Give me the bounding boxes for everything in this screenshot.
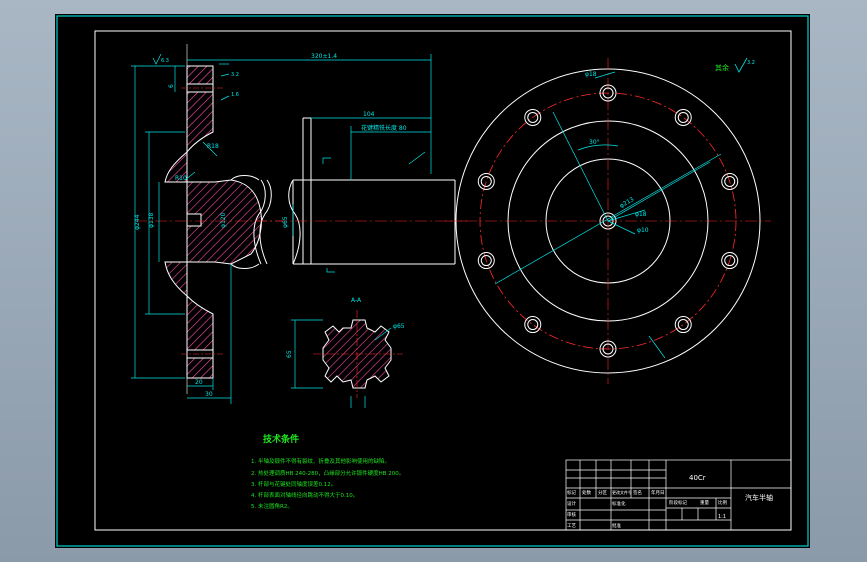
label-sign: 签名	[633, 489, 642, 496]
shaft-break-line-bottom	[230, 263, 260, 269]
roughness-symbol	[734, 57, 748, 73]
dim-spline-od: φ65	[393, 323, 405, 330]
bolt-hole	[677, 111, 689, 123]
dim-flange-dia: φ244	[134, 214, 141, 230]
note-item: 1. 半轴及锻件不得有裂纹、折叠及其他影响使用的缺陷。	[251, 457, 390, 465]
roughness-value: 3.2	[747, 60, 755, 66]
dim-shaft-dia: φ65	[282, 216, 289, 228]
roughness-top-label: 6.3	[161, 58, 169, 64]
material-code: 40Cr	[689, 474, 706, 482]
dim-spline-length: 花键精铣长度 80	[361, 124, 407, 132]
bolt-hole	[674, 108, 692, 126]
dim-flange-thk: 20	[195, 379, 203, 386]
dim-bolt-circle: φ213	[619, 196, 636, 210]
flange-section-hatch	[164, 65, 262, 379]
bolt-hole	[674, 316, 692, 334]
note-item: 5. 未注圆角R2。	[251, 502, 293, 510]
bolt-hole	[527, 319, 539, 331]
dim-bolt-hole-top: φ18	[585, 71, 597, 78]
drawing-canvas: φ244 φ138 φ120 6 20 30 R18 R10 6.3 3.2 1…	[56, 15, 809, 547]
bolt-hole	[677, 319, 689, 331]
dim-hole-6: 6	[168, 84, 175, 88]
shaft-break-line-top	[230, 175, 260, 181]
note-item: 2. 热处理调质HB 240-280，凸缘部分允许锻件硬度HB 200。	[251, 469, 404, 477]
label-process: 工艺	[567, 523, 576, 529]
dim-angle: 30°	[589, 139, 600, 146]
label-count: 处数	[582, 489, 591, 496]
label-stage: 阶段标记	[669, 499, 687, 506]
drawing-sheet: φ244 φ138 φ120 6 20 30 R18 R10 6.3 3.2 1…	[55, 14, 810, 548]
bolt-hole	[524, 316, 542, 334]
cad-viewport: φ244 φ138 φ120 6 20 30 R18 R10 6.3 3.2 1…	[0, 0, 867, 562]
label-scale: 比例	[718, 499, 727, 506]
dim-length-104: 104	[363, 111, 375, 118]
notes-list: 1. 半轴及锻件不得有裂纹、折叠及其他影响使用的缺陷。 2. 热处理调质HB 2…	[251, 457, 404, 510]
label-doc: 更改文件号	[612, 489, 632, 495]
center-hole	[186, 213, 202, 227]
surface-remaining-label: 其余	[715, 63, 729, 72]
section-label: A-A	[351, 297, 362, 304]
dim-spline-width: 65	[286, 350, 293, 358]
label-approve: 批准	[612, 522, 621, 529]
roughness-a-label: 3.2	[231, 72, 239, 78]
dim-radius-r10: R10	[175, 175, 187, 182]
bolt-hole	[477, 172, 495, 190]
bolt-hole	[480, 175, 492, 187]
notes-title: 技术条件	[263, 433, 299, 445]
label-weight: 重量	[700, 499, 709, 506]
label-mark: 标记	[567, 489, 576, 496]
dim-hub-len: 30	[205, 391, 213, 398]
dim-bolt-hole: φ18	[635, 211, 647, 218]
part-name: 汽车半轴	[745, 493, 773, 502]
roughness-symbol-top	[152, 53, 162, 65]
label-std: 标准化	[612, 500, 626, 507]
dim-center-hole: φ10	[637, 227, 649, 234]
label-date: 年月日	[651, 489, 665, 496]
note-item: 4. 杆部表面对轴线径向跳动不得大于0.10。	[251, 491, 358, 499]
dim-step-dia-2: φ120	[220, 212, 227, 228]
dim-step-dia-1: φ138	[148, 212, 155, 228]
outer-frame	[56, 15, 809, 547]
dim-total-length: 320±1.4	[311, 53, 337, 60]
roughness-b-label: 1.6	[231, 92, 239, 98]
scale-value: 1:1	[718, 514, 726, 520]
label-zone: 分区	[598, 489, 607, 496]
shaft-view	[253, 117, 456, 265]
label-design: 设计	[567, 500, 576, 507]
label-check: 审核	[567, 511, 576, 518]
dim-radius-r18: R18	[207, 143, 219, 150]
note-item: 3. 杆部与花键处同轴度误差0.12。	[251, 480, 336, 488]
